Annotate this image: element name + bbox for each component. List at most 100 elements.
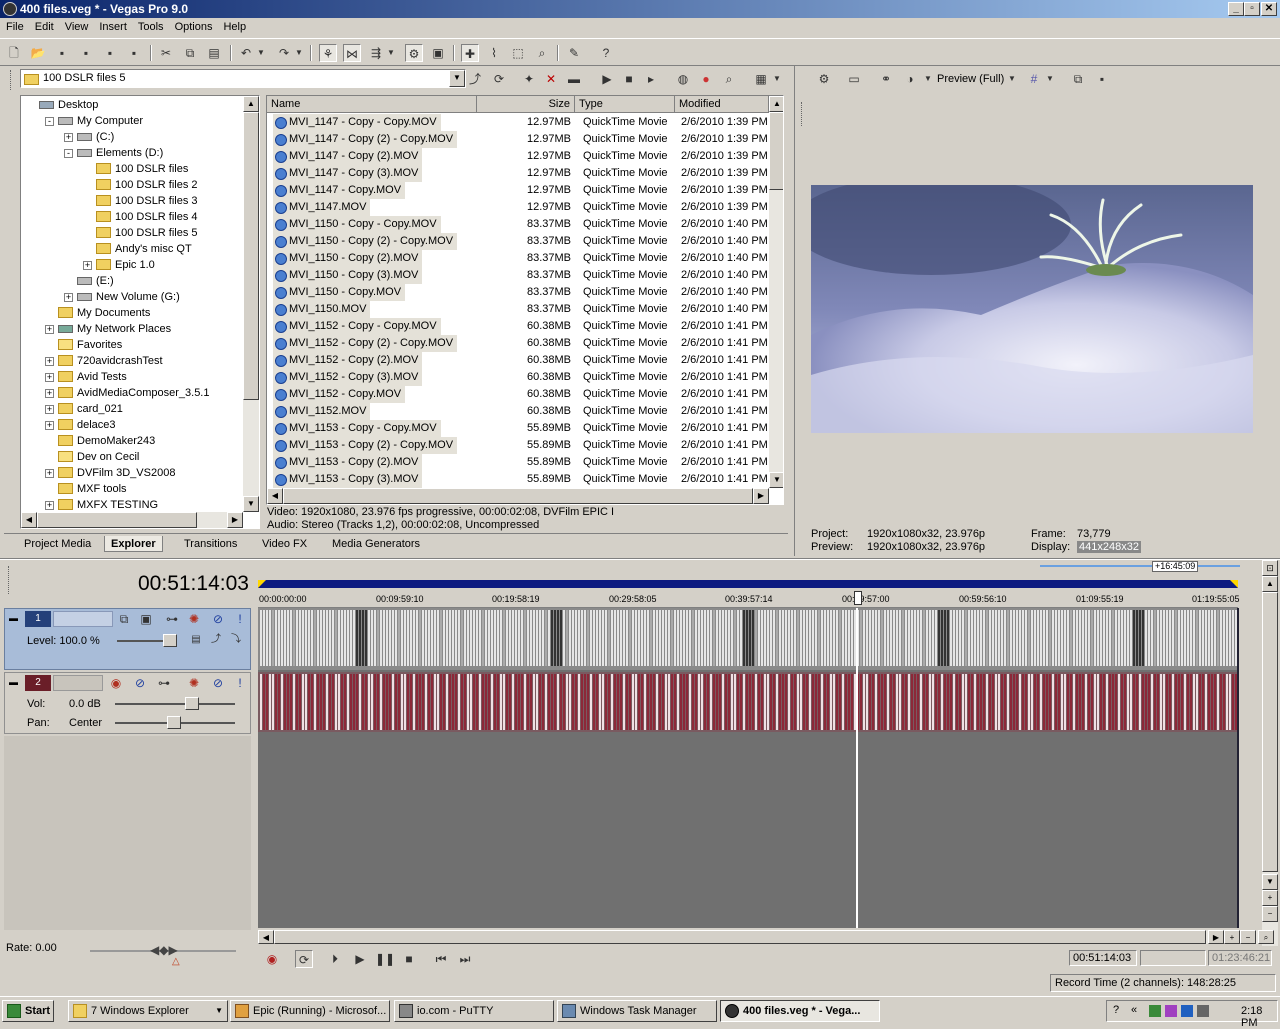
stop-preview-icon[interactable]: ■ (620, 70, 638, 88)
tl-scroll-right-icon[interactable]: ▶ (1208, 930, 1224, 944)
expand-icon[interactable]: + (45, 501, 54, 510)
child-icon[interactable]: ⤵ (227, 631, 245, 649)
tab-project-media[interactable]: Project Media (18, 536, 97, 552)
file-scroll-thumb[interactable] (769, 112, 783, 190)
tree-item[interactable]: + card_021 (45, 401, 123, 417)
paste-icon[interactable]: ▤ (205, 44, 223, 62)
timeline-menu-icon[interactable]: ⊡ (1262, 560, 1278, 576)
file-scroll-right-icon[interactable]: ▶ (753, 488, 769, 504)
zoom-in-horiz-icon[interactable]: + (1224, 930, 1240, 944)
video-track-name-field[interactable] (53, 611, 113, 627)
tree-item[interactable]: My Documents (58, 305, 150, 321)
file-row[interactable]: MVI_1152 - Copy (3).MOV 60.38MB QuickTime … (267, 369, 769, 386)
open-icon[interactable]: 📂 (29, 44, 47, 62)
expand-icon[interactable]: + (83, 261, 92, 270)
track-fx-icon[interactable]: ✺ (185, 610, 203, 628)
pause-icon[interactable]: ❚❚ (375, 950, 395, 968)
file-row[interactable]: MVI_1150 - Copy - Copy.MOV 83.37MB QuickTi… (267, 216, 769, 233)
tl-scroll-down-icon[interactable]: ▼ (1262, 874, 1278, 890)
get-media-icon[interactable]: ◍ (674, 70, 692, 88)
tree-scroll-thumb[interactable] (243, 112, 259, 400)
timeline-vscroll[interactable]: ⊡ ▲ ▼ + − (1262, 560, 1278, 946)
auto-crossfade-icon[interactable]: ⋈ (343, 44, 361, 62)
pan-slider[interactable] (167, 716, 181, 729)
col-type[interactable]: Type (575, 96, 675, 113)
audio-mute-icon[interactable]: ⊘ (209, 674, 227, 692)
tree-item[interactable]: + My Network Places (45, 321, 171, 337)
new-icon[interactable]: 🗋 (5, 44, 23, 62)
menu-edit[interactable]: Edit (29, 18, 59, 33)
file-hscroll-thumb[interactable] (283, 488, 753, 504)
vegas-app-icon[interactable] (3, 2, 17, 16)
file-row[interactable]: MVI_1150 - Copy (3).MOV 83.37MB QuickTime … (267, 267, 769, 284)
file-row[interactable]: MVI_1150 - Copy (2) - Copy.MOV 83.37MB Qui… (267, 233, 769, 250)
maximize-button[interactable]: ▫ (1244, 2, 1260, 16)
file-row[interactable]: MVI_1150 - Copy.MOV 83.37MB QuickTime Movi… (267, 284, 769, 301)
file-scroll-left-icon[interactable]: ◀ (267, 488, 283, 504)
tree-item[interactable]: Favorites (58, 337, 122, 353)
save-snapshot-icon[interactable]: ▪ (1093, 70, 1111, 88)
tree-item[interactable]: + Epic 1.0 (83, 257, 155, 273)
menu-options[interactable]: Options (169, 18, 218, 33)
render-icon[interactable]: ▪ (101, 44, 119, 62)
level-slider[interactable] (163, 634, 177, 647)
preview-fx-icon[interactable]: ⚭ (877, 70, 895, 88)
save-as-icon[interactable]: ▪ (77, 44, 95, 62)
undo-dropdown-icon[interactable]: ▼ (256, 44, 266, 62)
parent-icon[interactable]: ⤴ (207, 631, 225, 649)
file-row[interactable]: MVI_1153 - Copy (2).MOV 55.89MB QuickTime … (267, 454, 769, 471)
scroll-down-icon[interactable]: ▼ (243, 496, 259, 512)
tree-vscroll[interactable]: ▲ ▼ (243, 96, 259, 512)
expand-icon[interactable]: + (45, 325, 54, 334)
file-row[interactable]: MVI_1147 - Copy (2) - Copy.MOV 12.97MB Qui… (267, 131, 769, 148)
tree-item[interactable]: 100 DSLR files 5 (96, 225, 198, 241)
stop-icon[interactable]: ■ (400, 950, 418, 968)
play-icon[interactable]: ▶ (351, 950, 369, 968)
views-icon[interactable]: ▦ (752, 70, 770, 88)
tree-item[interactable]: Andy's misc QT (96, 241, 192, 257)
playhead-handle[interactable] (854, 591, 862, 605)
collapse-icon[interactable]: ▬ (9, 613, 18, 623)
tl-scroll-up-icon[interactable]: ▲ (1262, 576, 1278, 592)
composite-level-icon[interactable]: ▤ (187, 631, 205, 649)
ripple-edit-icon[interactable]: ⇶ (367, 44, 385, 62)
tree-item[interactable]: + AvidMediaComposer_3.5.1 (45, 385, 209, 401)
ignore-grouping-icon[interactable]: ▣ (429, 44, 447, 62)
tree-item[interactable]: 100 DSLR files (96, 161, 188, 177)
menu-insert[interactable]: Insert (93, 18, 132, 33)
tab-media-generators[interactable]: Media Generators (326, 536, 426, 552)
invert-phase-icon[interactable]: ⊘ (131, 674, 149, 692)
ripple-dropdown-icon[interactable]: ▼ (386, 44, 396, 62)
split-screen-icon[interactable]: ◑ (901, 70, 919, 88)
audio-solo-icon[interactable]: ! (231, 674, 249, 692)
undo-icon[interactable]: ↶ (237, 44, 255, 62)
tray-monitor-icon[interactable] (1181, 1005, 1193, 1017)
refresh-icon[interactable]: ⟳ (490, 70, 508, 88)
close-button[interactable]: ✕ (1261, 2, 1277, 16)
copy-icon[interactable]: ⧉ (181, 44, 199, 62)
lock-envelopes-icon[interactable]: ⚙ (405, 44, 423, 62)
zoom-out-horiz-icon[interactable]: − (1240, 930, 1256, 944)
views-dropdown-icon[interactable]: ▼ (772, 70, 782, 88)
minimize-button[interactable]: _ (1228, 2, 1244, 16)
what-is-this-icon[interactable]: ✎ (565, 44, 583, 62)
rate-slider[interactable]: ◀◆▶ (150, 943, 178, 957)
file-row[interactable]: MVI_1147 - Copy (3).MOV 12.97MB QuickTime … (267, 165, 769, 182)
tree-item[interactable]: DemoMaker243 (58, 433, 155, 449)
tree-item[interactable]: + delace3 (45, 417, 116, 433)
tree-hscroll-thumb[interactable] (37, 512, 197, 528)
marker-label[interactable]: +16:45:09 (1152, 561, 1199, 572)
quality-dropdown-icon[interactable]: ▼ (1007, 70, 1017, 88)
task-windows-explorer[interactable]: 7 Windows Explorer ▼ (68, 1000, 228, 1022)
envelope-tool-icon[interactable]: ⌇ (485, 44, 503, 62)
help-tray-icon[interactable]: ? (1113, 1004, 1119, 1016)
file-scroll-up-icon[interactable]: ▲ (769, 96, 783, 112)
expand-icon[interactable]: + (64, 293, 73, 302)
capture-icon[interactable]: ● (697, 70, 715, 88)
loop-region-bar[interactable] (258, 580, 1238, 588)
col-modified[interactable]: Modified (675, 96, 769, 113)
tab-transitions[interactable]: Transitions (178, 536, 243, 552)
path-dropdown-icon[interactable]: ▼ (449, 70, 465, 87)
collapse-tree-icon[interactable]: - (64, 149, 73, 158)
tree-item[interactable]: +720avidcrashTest (45, 353, 163, 369)
